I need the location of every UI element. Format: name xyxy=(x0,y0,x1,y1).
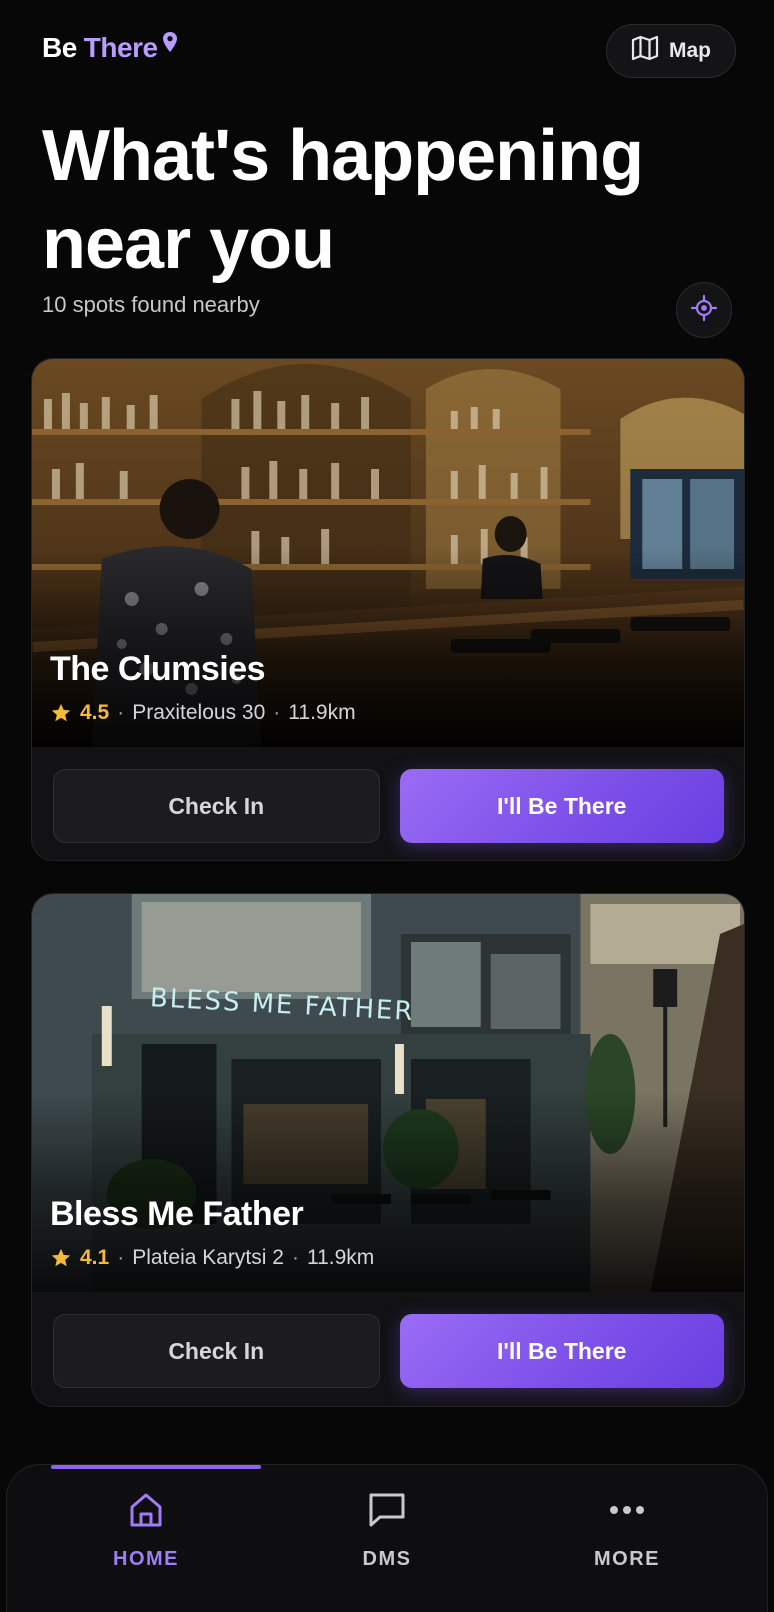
venue-address: Plateia Karytsi 2 xyxy=(132,1246,284,1269)
card-actions: Check In I'll Be There xyxy=(32,747,744,860)
more-icon xyxy=(607,1491,647,1534)
map-button-label: Map xyxy=(669,39,711,62)
nav-label-more: MORE xyxy=(594,1548,660,1570)
crosshair-icon xyxy=(689,293,719,328)
meta-separator: · xyxy=(117,701,125,724)
meta-separator: · xyxy=(117,1246,125,1269)
nav-label-home: HOME xyxy=(113,1548,179,1570)
nav-item-dms[interactable]: DMS xyxy=(307,1491,467,1571)
venue-distance: 11.9km xyxy=(306,1246,375,1269)
venue-name: The Clumsies xyxy=(50,650,266,688)
chat-icon xyxy=(367,1491,407,1534)
nav-item-more[interactable]: MORE xyxy=(547,1491,707,1571)
map-button[interactable]: Map xyxy=(606,24,736,78)
nav-label-dms: DMS xyxy=(362,1548,412,1570)
star-icon xyxy=(50,1247,72,1269)
app-screen: Be There Map What's happening near you 1… xyxy=(0,0,774,1612)
locate-me-button[interactable] xyxy=(676,282,732,338)
map-icon xyxy=(631,35,659,67)
page-title-line2: near you xyxy=(42,204,335,284)
venue-distance: 11.9km xyxy=(288,701,356,724)
spots-count-text: 10 spots found nearby xyxy=(42,292,260,317)
location-pin-icon xyxy=(162,28,178,60)
venue-rating: 4.5 xyxy=(80,701,110,724)
venue-rating: 4.1 xyxy=(80,1246,110,1269)
brand-name-part1: Be xyxy=(42,32,77,63)
check-in-button[interactable]: Check In xyxy=(53,1314,380,1388)
check-in-button[interactable]: Check In xyxy=(53,769,380,843)
venue-photo[interactable]: The Clumsies 4.5 · Praxitelous 30 · 11.9… xyxy=(32,359,744,747)
meta-separator: · xyxy=(273,701,281,724)
page-title-line1: What's happening xyxy=(42,116,644,196)
venue-card[interactable]: BLESS ME FATHER Bless Me Father 4.1 · Pl… xyxy=(31,893,745,1407)
venue-address: Praxitelous 30 xyxy=(132,701,266,724)
brand-logo[interactable]: Be There xyxy=(42,32,178,64)
venue-card[interactable]: The Clumsies 4.5 · Praxitelous 30 · 11.9… xyxy=(31,358,745,861)
active-tab-indicator xyxy=(51,1465,261,1469)
star-icon xyxy=(50,702,72,724)
nav-item-home[interactable]: HOME xyxy=(66,1491,226,1571)
page-title: What's happening near you xyxy=(42,112,742,288)
ill-be-there-button[interactable]: I'll Be There xyxy=(399,1314,724,1388)
home-icon xyxy=(127,1491,165,1534)
venue-meta: 4.5 · Praxitelous 30 · 11.9km xyxy=(50,701,356,725)
venue-meta: 4.1 · Plateia Karytsi 2 · 11.9km xyxy=(50,1246,374,1270)
ill-be-there-button[interactable]: I'll Be There xyxy=(399,769,724,843)
bottom-navigation: HOME DMS MORE xyxy=(6,1464,768,1612)
card-actions: Check In I'll Be There xyxy=(32,1292,744,1406)
venue-photo[interactable]: BLESS ME FATHER Bless Me Father 4.1 · Pl… xyxy=(32,894,744,1292)
meta-separator: · xyxy=(291,1246,299,1269)
brand-name-part2: There xyxy=(83,32,158,63)
venue-name: Bless Me Father xyxy=(50,1195,304,1233)
